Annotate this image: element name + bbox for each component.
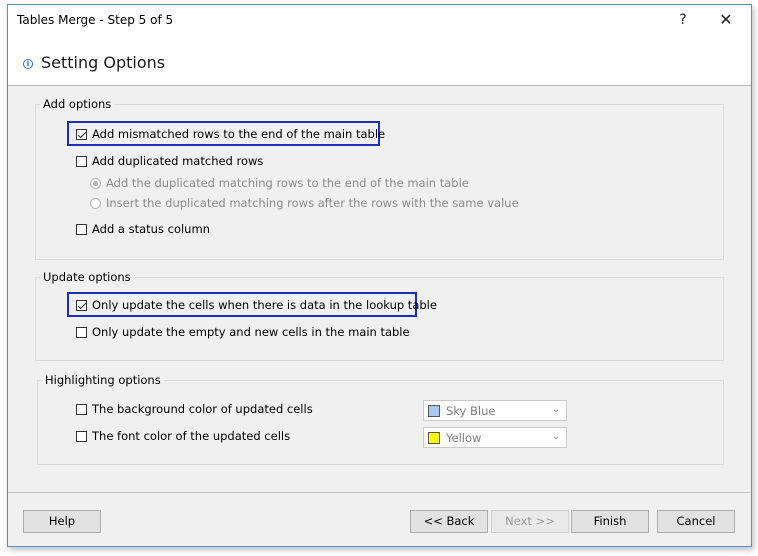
highlighting-options-group bbox=[37, 380, 724, 465]
checkbox-label: The background color of updated cells bbox=[92, 402, 313, 416]
checkbox-label: The font color of the updated cells bbox=[92, 429, 291, 443]
step-header: i Setting Options bbox=[8, 35, 751, 86]
font-color-dropdown[interactable]: Yellow ⌄ bbox=[423, 427, 567, 448]
add-status-column-checkbox[interactable]: Add a status column bbox=[76, 221, 210, 237]
back-button[interactable]: << Back bbox=[410, 510, 488, 533]
add-duplicated-rows-checkbox[interactable]: Add duplicated matched rows bbox=[76, 153, 263, 169]
color-swatch bbox=[428, 431, 440, 444]
only-update-empty-checkbox[interactable]: Only update the empty and new cells in t… bbox=[76, 324, 410, 340]
checkbox-label: Add duplicated matched rows bbox=[92, 154, 264, 168]
dropdown-value: Sky Blue bbox=[446, 403, 496, 418]
button-bar: Help << Back Next >> Finish Cancel bbox=[8, 492, 751, 547]
chevron-down-icon[interactable]: ⌄ bbox=[552, 405, 562, 415]
only-update-with-data-checkbox[interactable]: Only update the cells when there is data… bbox=[76, 297, 437, 313]
help-icon[interactable]: ? bbox=[663, 5, 703, 35]
window-title: Tables Merge - Step 5 of 5 bbox=[17, 13, 174, 27]
add-mismatched-rows-checkbox[interactable]: Add mismatched rows to the end of the ma… bbox=[76, 126, 385, 142]
checkbox-box[interactable] bbox=[76, 430, 87, 442]
dropdown-value: Yellow bbox=[446, 430, 482, 445]
info-icon: i bbox=[23, 59, 33, 69]
checkbox-box[interactable] bbox=[76, 223, 87, 235]
color-swatch bbox=[428, 404, 440, 417]
checkbox-box[interactable] bbox=[76, 299, 87, 311]
background-color-checkbox[interactable]: The background color of updated cells bbox=[76, 401, 313, 417]
checkbox-box[interactable] bbox=[76, 155, 87, 167]
checkbox-label: Only update the cells when there is data… bbox=[92, 298, 437, 312]
checkbox-label: Add mismatched rows to the end of the ma… bbox=[92, 127, 386, 141]
radio-duplicated-after-same-value[interactable]: Insert the duplicated matching rows afte… bbox=[90, 195, 519, 211]
next-button[interactable]: Next >> bbox=[491, 510, 569, 533]
close-icon[interactable]: ✕ bbox=[706, 5, 746, 35]
update-options-legend: Update options bbox=[40, 270, 134, 284]
title-bar: Tables Merge - Step 5 of 5 ? ✕ bbox=[8, 5, 751, 35]
radio-label: Add the duplicated matching rows to the … bbox=[106, 176, 469, 190]
checkbox-label: Add a status column bbox=[92, 222, 210, 236]
cancel-button[interactable]: Cancel bbox=[657, 510, 735, 533]
add-options-legend: Add options bbox=[40, 97, 115, 111]
radio-duplicated-to-end[interactable]: Add the duplicated matching rows to the … bbox=[90, 175, 469, 191]
finish-button[interactable]: Finish bbox=[571, 510, 649, 533]
chevron-down-icon[interactable]: ⌄ bbox=[552, 432, 562, 442]
radio-button[interactable] bbox=[90, 177, 101, 189]
checkbox-box[interactable] bbox=[76, 128, 87, 140]
radio-label: Insert the duplicated matching rows afte… bbox=[106, 196, 519, 210]
font-color-checkbox[interactable]: The font color of the updated cells bbox=[76, 428, 290, 444]
highlighting-options-legend: Highlighting options bbox=[42, 373, 164, 387]
checkbox-box[interactable] bbox=[76, 403, 87, 415]
tables-merge-dialog: Tables Merge - Step 5 of 5 ? ✕ i Setting… bbox=[7, 4, 752, 547]
update-options-group bbox=[35, 277, 724, 361]
background-color-dropdown[interactable]: Sky Blue ⌄ bbox=[423, 400, 567, 421]
checkbox-label: Only update the empty and new cells in t… bbox=[92, 325, 410, 339]
checkbox-box[interactable] bbox=[76, 326, 87, 338]
radio-button[interactable] bbox=[90, 197, 101, 209]
help-button[interactable]: Help bbox=[23, 510, 101, 533]
page-title: Setting Options bbox=[41, 53, 166, 72]
